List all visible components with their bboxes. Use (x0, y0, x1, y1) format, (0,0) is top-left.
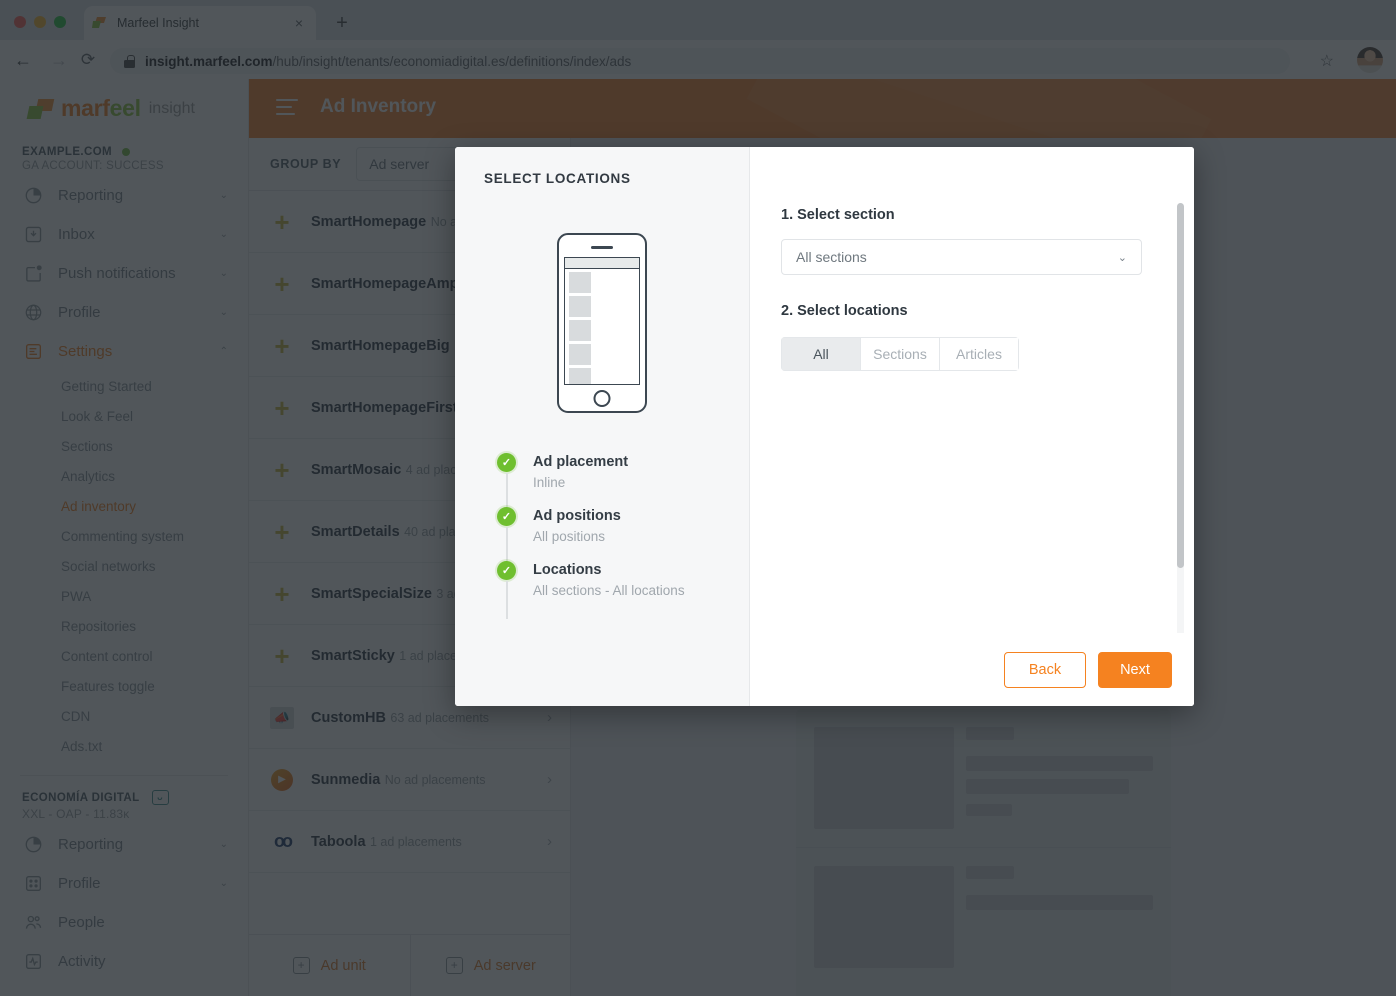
check-icon: ✓ (497, 453, 516, 472)
modal-right-panel: 1. Select section All sections ⌄ 2. Sele… (750, 147, 1194, 706)
modal-left-panel: SELECT LOCATIONS ✓ Ad placement Inline ✓… (455, 147, 750, 706)
step2-heading: 2. Select locations (781, 303, 908, 319)
check-icon: ✓ (497, 561, 516, 580)
section-select[interactable]: All sections ⌄ (781, 239, 1142, 275)
modal-scrollbar[interactable] (1177, 203, 1184, 668)
step-name: Locations (533, 562, 602, 578)
segment-all[interactable]: All (781, 337, 861, 371)
chevron-down-icon: ⌄ (1117, 251, 1127, 264)
step-value: All positions (533, 529, 606, 544)
back-button[interactable]: Back (1004, 651, 1086, 688)
step-value: All sections - All locations (533, 583, 685, 598)
check-icon: ✓ (497, 507, 516, 526)
section-select-value: All sections (796, 249, 867, 265)
phone-speaker (591, 246, 613, 249)
wizard-step-ad-placement[interactable]: ✓ Ad placement Inline (497, 453, 731, 511)
location-type-segmented-control: All Sections Articles (781, 337, 1019, 371)
step-value: Inline (533, 475, 566, 490)
step-name: Ad positions (533, 508, 621, 524)
next-button[interactable]: Next (1098, 651, 1172, 688)
phone-screen (564, 257, 640, 385)
phone-preview-illustration (557, 233, 647, 413)
app-root: Marfeel Insight × + ← → ⟳ insight.marfee… (0, 0, 1396, 996)
wizard-step-locations[interactable]: ✓ Locations All sections - All locations (497, 561, 731, 619)
wizard-steps: ✓ Ad placement Inline ✓ Ad positions All… (497, 453, 731, 619)
wizard-step-ad-positions[interactable]: ✓ Ad positions All positions (497, 507, 731, 565)
segment-sections[interactable]: Sections (861, 337, 940, 371)
modal-title: SELECT LOCATIONS (484, 171, 631, 186)
select-locations-modal: SELECT LOCATIONS ✓ Ad placement Inline ✓… (455, 147, 1194, 706)
phone-home-button (593, 390, 611, 407)
step1-heading: 1. Select section (781, 207, 895, 223)
modal-form: 1. Select section All sections ⌄ 2. Sele… (750, 147, 1194, 371)
step-name: Ad placement (533, 454, 629, 470)
segment-articles[interactable]: Articles (940, 337, 1019, 371)
modal-footer: Back Next (750, 633, 1194, 706)
